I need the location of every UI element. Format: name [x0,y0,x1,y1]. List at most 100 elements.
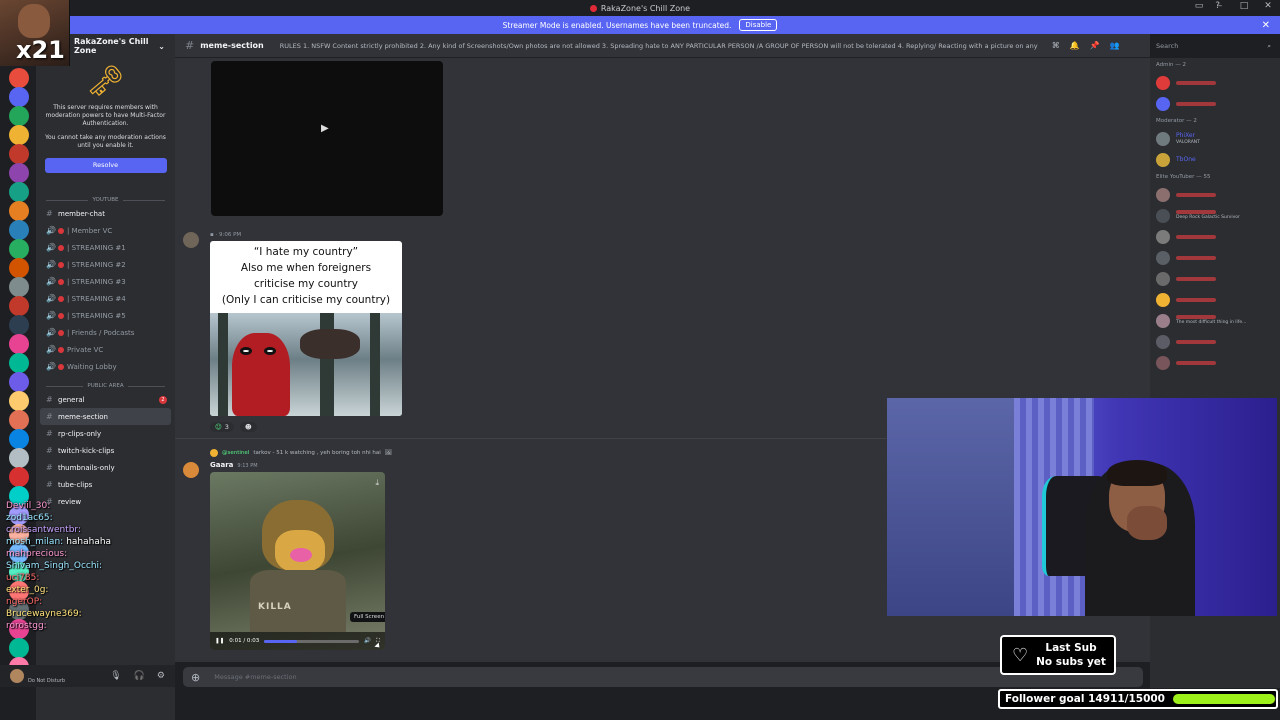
channel-topic[interactable]: RULES 1. NSFW Content strictly prohibite… [280,42,1040,50]
channel-item[interactable]: 🔊 Waiting Lobby [36,358,175,375]
channel-item[interactable]: 🔊 | Member VC [36,222,175,239]
member-item[interactable] [1150,184,1280,205]
server-icon[interactable] [9,410,29,430]
author-name[interactable]: Gaara [210,461,233,469]
server-icon[interactable] [9,239,29,259]
channel-label: Waiting Lobby [67,362,117,371]
server-icon[interactable] [9,296,29,316]
member-item[interactable]: TbOne [1150,149,1280,170]
members-icon[interactable]: 👥 [1110,41,1120,50]
bell-icon[interactable]: 🔔 [1070,41,1080,50]
server-icon[interactable] [9,277,29,297]
message-composer[interactable]: ⊕ Message #meme-section [183,667,1143,687]
server-icon[interactable] [9,220,29,240]
server-icon[interactable] [9,562,29,582]
avatar [1156,96,1170,111]
member-item[interactable] [1150,268,1280,289]
pause-icon[interactable]: ❚❚ [215,638,224,644]
channel-item[interactable]: # rp-clips-only [36,425,175,442]
channel-item[interactable]: 🔊 | Friends / Podcasts [36,324,175,341]
server-icon[interactable] [9,87,29,107]
headphones-icon[interactable]: 🎧 [134,671,145,681]
server-icon[interactable] [9,201,29,221]
server-icon[interactable] [9,429,29,449]
member-item[interactable] [1150,352,1280,373]
search-input[interactable]: Search ⌕ [1150,38,1276,54]
member-item[interactable] [1150,72,1280,93]
add-reaction-icon[interactable]: ☻ [239,422,257,432]
video-progress[interactable] [264,639,360,643]
close-icon[interactable]: ✕ [1262,20,1270,31]
channel-item[interactable]: 🔊 Private VC [36,341,175,358]
server-icon[interactable] [9,353,29,373]
server-icon[interactable] [9,619,29,639]
member-item[interactable] [1150,289,1280,310]
disable-streamer-mode-button[interactable]: Disable [739,19,778,31]
channel-item[interactable]: 🔊 | STREAMING #5 [36,307,175,324]
reply-preview[interactable]: @sentinel tarkov - 51 k watching , yeh b… [210,449,392,457]
meme-image[interactable]: “I hate my country” Also me when foreigne… [210,241,402,416]
server-icon[interactable] [9,448,29,468]
channel-item[interactable]: 🔊 | STREAMING #2 [36,256,175,273]
channel-item[interactable]: 🔊 | STREAMING #3 [36,273,175,290]
volume-icon[interactable]: 🔊 [364,638,371,644]
inbox-icon[interactable]: ▭ [1195,1,1204,11]
channel-item[interactable]: # member-chat [36,205,175,222]
server-icon[interactable] [9,600,29,620]
video-embed-2[interactable]: KILLA ⤓ Full Screen ❚❚ 0:01 / 0:03 🔊 ⛶ [210,472,385,650]
server-icon[interactable] [9,638,29,658]
server-icon[interactable] [9,315,29,335]
plus-icon[interactable]: ⊕ [191,671,200,684]
reaction-button[interactable]: ☺ 3 [210,422,234,432]
channel-label: | STREAMING #2 [67,260,126,269]
server-icon[interactable] [9,524,29,544]
minimize-icon[interactable]: – [1214,1,1226,11]
category-youtube[interactable]: YOUTUBE [36,195,175,205]
microphone-icon[interactable]: 🎙 [110,671,121,681]
server-icon[interactable] [9,125,29,145]
channel-item[interactable]: 🔊 | STREAMING #1 [36,239,175,256]
channel-item[interactable]: # tube-clips [36,476,175,493]
server-icon[interactable] [9,144,29,164]
server-icon[interactable] [9,258,29,278]
member-item[interactable]: The most difficult thing in life... [1150,310,1280,331]
server-icon[interactable] [9,486,29,506]
server-icon[interactable] [9,182,29,202]
member-item[interactable]: Deep Rock Galactic Survivor [1150,205,1280,226]
avatar[interactable] [183,462,199,478]
server-icon[interactable] [9,68,29,88]
resolve-button[interactable]: Resolve [44,158,167,173]
member-item[interactable] [1150,93,1280,114]
close-window-icon[interactable]: ✕ [1262,1,1274,11]
gear-icon[interactable]: ⚙ [157,671,165,681]
threads-icon[interactable]: ⌘ [1052,41,1060,50]
category-public-area[interactable]: PUBLIC AREA [36,381,175,391]
channel-item[interactable]: # thumbnails-only [36,459,175,476]
download-icon[interactable]: ⤓ [375,478,379,488]
channel-item[interactable]: # general 2 [36,391,175,408]
channel-item[interactable]: # review [36,493,175,510]
pin-icon[interactable]: 📌 [1090,41,1100,50]
server-icon[interactable] [9,543,29,563]
member-item[interactable]: PhiXer VALORANT [1150,128,1280,149]
server-icon[interactable] [9,505,29,525]
channel-item[interactable]: # twitch-kick-clips [36,442,175,459]
member-item[interactable] [1150,247,1280,268]
avatar[interactable] [10,669,24,683]
avatar[interactable] [183,232,199,248]
member-item[interactable] [1150,331,1280,352]
video-controls: ❚❚ 0:01 / 0:03 🔊 ⛶ [210,632,385,650]
server-icon[interactable] [9,581,29,601]
server-icon[interactable] [9,467,29,487]
server-icon[interactable] [9,391,29,411]
video-embed-1[interactable]: ▶ [211,61,443,216]
maximize-icon[interactable]: □ [1238,1,1250,11]
channel-item[interactable]: # meme-section [40,408,171,425]
play-icon[interactable]: ▶ [321,123,329,134]
channel-item[interactable]: 🔊 | STREAMING #4 [36,290,175,307]
server-icon[interactable] [9,372,29,392]
server-icon[interactable] [9,106,29,126]
member-item[interactable] [1150,226,1280,247]
server-icon[interactable] [9,163,29,183]
server-icon[interactable] [9,334,29,354]
